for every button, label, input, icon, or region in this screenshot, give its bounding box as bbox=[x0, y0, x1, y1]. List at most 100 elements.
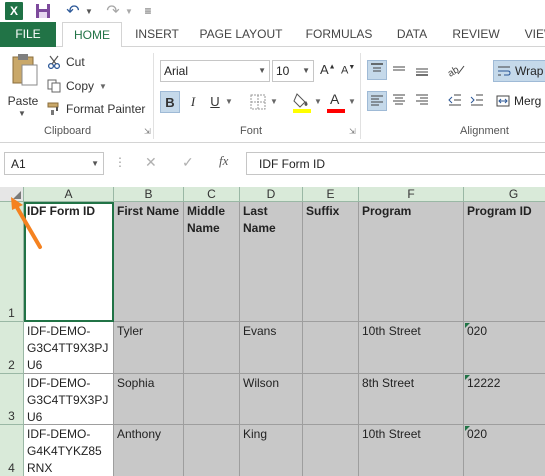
orientation-button[interactable]: ab bbox=[446, 60, 466, 80]
decrease-indent-button[interactable] bbox=[446, 91, 466, 111]
table-cell[interactable]: Sophia bbox=[114, 374, 184, 425]
borders-dropdown-icon[interactable]: ▼ bbox=[270, 97, 278, 106]
underline-dropdown-icon[interactable]: ▼ bbox=[225, 97, 233, 106]
column-header-b[interactable]: B bbox=[114, 187, 184, 202]
paste-dropdown-icon[interactable]: ▼ bbox=[18, 109, 26, 118]
column-header-c[interactable]: C bbox=[184, 187, 240, 202]
clipboard-dialog-launcher-icon[interactable]: ⇲ bbox=[144, 127, 151, 136]
quick-access-toolbar: X ↶ ▼ ↷ ▼ ≡ bbox=[0, 0, 545, 22]
column-header-g[interactable]: G bbox=[464, 187, 545, 202]
align-right-button[interactable] bbox=[413, 91, 433, 111]
bold-button[interactable]: B bbox=[160, 91, 180, 113]
table-cell[interactable]: 10th Street bbox=[359, 425, 464, 476]
chevron-down-icon[interactable]: ▼ bbox=[91, 159, 99, 168]
column-header-e[interactable]: E bbox=[303, 187, 359, 202]
header-cell[interactable]: Program bbox=[359, 202, 464, 322]
middle-align-button[interactable] bbox=[390, 60, 410, 80]
formula-input[interactable]: IDF Form ID bbox=[246, 152, 545, 175]
format-painter-button[interactable]: Format Painter bbox=[46, 99, 145, 119]
undo-dropdown-icon[interactable]: ▼ bbox=[84, 2, 94, 20]
row-header[interactable]: 4 bbox=[0, 425, 24, 476]
chevron-down-icon[interactable]: ▼ bbox=[258, 66, 266, 75]
redo-dropdown-icon[interactable]: ▼ bbox=[124, 2, 134, 20]
cut-button[interactable]: Cut bbox=[46, 52, 85, 72]
table-cell[interactable] bbox=[184, 425, 240, 476]
fill-color-button[interactable] bbox=[292, 91, 312, 113]
tab-file[interactable]: FILE bbox=[0, 22, 56, 47]
table-cell[interactable] bbox=[303, 425, 359, 476]
tab-view[interactable]: VIEW bbox=[520, 22, 545, 47]
italic-button[interactable]: I bbox=[183, 91, 203, 113]
header-cell[interactable]: Suffix bbox=[303, 202, 359, 322]
table-cell[interactable]: 8th Street bbox=[359, 374, 464, 425]
font-color-dropdown-icon[interactable]: ▼ bbox=[348, 97, 356, 106]
undo-icon[interactable]: ↶ bbox=[64, 2, 82, 20]
table-cell[interactable]: 12222 bbox=[464, 374, 545, 425]
align-center-button[interactable] bbox=[390, 91, 410, 111]
header-cell[interactable]: Middle Name bbox=[184, 202, 240, 322]
tab-page-layout[interactable]: PAGE LAYOUT bbox=[196, 22, 286, 47]
underline-button[interactable]: U bbox=[205, 91, 225, 113]
table-cell[interactable]: Wilson bbox=[240, 374, 303, 425]
table-cell[interactable] bbox=[184, 322, 240, 374]
font-dialog-launcher-icon[interactable]: ⇲ bbox=[349, 127, 356, 136]
save-icon[interactable] bbox=[34, 2, 52, 20]
table-cell[interactable]: IDF-DEMO-G3C4TT9X3PJU6 bbox=[24, 374, 114, 425]
table-cell[interactable]: Tyler bbox=[114, 322, 184, 374]
cancel-icon[interactable]: ✕ bbox=[145, 154, 157, 171]
table-cell[interactable] bbox=[303, 322, 359, 374]
table-cell[interactable]: King bbox=[240, 425, 303, 476]
tab-review[interactable]: REVIEW bbox=[446, 22, 506, 47]
table-cell[interactable]: Evans bbox=[240, 322, 303, 374]
tab-formulas[interactable]: FORMULAS bbox=[300, 22, 378, 47]
align-left-icon bbox=[371, 95, 383, 106]
top-align-button[interactable] bbox=[367, 60, 387, 80]
copy-dropdown-icon[interactable]: ▼ bbox=[99, 82, 107, 91]
paste-button[interactable]: Paste ▼ bbox=[4, 51, 42, 118]
enter-check-icon[interactable]: ✓ bbox=[182, 154, 194, 171]
table-cell[interactable]: 020 bbox=[464, 425, 545, 476]
table-cell[interactable] bbox=[303, 374, 359, 425]
tab-data[interactable]: DATA bbox=[390, 22, 434, 47]
row-header[interactable]: 2 bbox=[0, 322, 24, 374]
name-box[interactable]: A1 ▼ bbox=[4, 152, 104, 175]
font-color-button[interactable]: A bbox=[326, 91, 346, 113]
bottom-align-button[interactable] bbox=[413, 60, 433, 80]
table-cell[interactable] bbox=[184, 374, 240, 425]
row-header[interactable]: 1 bbox=[0, 202, 24, 322]
header-cell[interactable]: Program ID bbox=[464, 202, 545, 322]
table-cell[interactable]: Anthony bbox=[114, 425, 184, 476]
font-name-select[interactable]: Arial ▼ bbox=[160, 60, 270, 82]
table-cell[interactable]: IDF-DEMO-G4K4TYKZ85RNX bbox=[24, 425, 114, 476]
column-header-d[interactable]: D bbox=[240, 187, 303, 202]
insert-function-icon[interactable]: fx bbox=[219, 153, 228, 169]
borders-button[interactable] bbox=[249, 93, 267, 111]
header-cell[interactable]: IDF Form ID bbox=[24, 202, 114, 322]
increase-font-size-button[interactable]: A▲ bbox=[320, 62, 336, 77]
merge-center-button[interactable]: Merg bbox=[493, 91, 545, 113]
select-all-button[interactable] bbox=[0, 187, 24, 202]
table-cell[interactable]: 020 bbox=[464, 322, 545, 374]
paintbrush-icon bbox=[46, 101, 62, 117]
column-header-a[interactable]: A bbox=[24, 187, 114, 202]
column-header-f[interactable]: F bbox=[359, 187, 464, 202]
number-as-text-indicator-icon bbox=[465, 426, 470, 431]
increase-indent-button[interactable] bbox=[468, 91, 488, 111]
decrease-font-size-button[interactable]: A▼ bbox=[341, 64, 355, 77]
align-left-button[interactable] bbox=[367, 91, 387, 111]
font-size-select[interactable]: 10 ▼ bbox=[272, 60, 314, 82]
header-cell[interactable]: Last Name bbox=[240, 202, 303, 322]
header-cell[interactable]: First Name bbox=[114, 202, 184, 322]
table-cell[interactable]: 10th Street bbox=[359, 322, 464, 374]
row-header[interactable]: 3 bbox=[0, 374, 24, 425]
customize-toolbar-icon[interactable]: ≡ bbox=[142, 2, 154, 20]
redo-icon[interactable]: ↷ bbox=[104, 2, 122, 20]
tab-insert[interactable]: INSERT bbox=[128, 22, 186, 47]
wrap-text-button[interactable]: Wrap bbox=[493, 60, 545, 82]
copy-button[interactable]: Copy ▼ bbox=[46, 76, 107, 96]
fill-color-dropdown-icon[interactable]: ▼ bbox=[314, 97, 322, 106]
table-cell[interactable]: IDF-DEMO-G3C4TT9X3PJU6 bbox=[24, 322, 114, 374]
chevron-down-icon[interactable]: ▼ bbox=[302, 66, 310, 75]
tab-home[interactable]: HOME bbox=[62, 22, 122, 48]
formula-bar-grip-icon[interactable]: ⋮ bbox=[114, 155, 126, 169]
